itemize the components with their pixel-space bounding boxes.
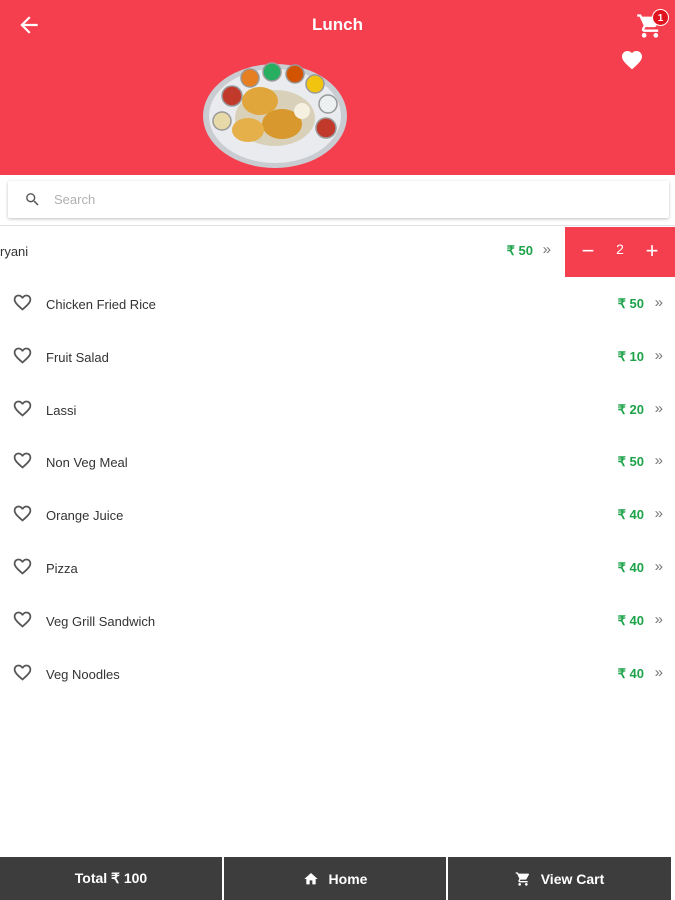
total-label: Total ₹ 100 (74, 870, 148, 886)
item-name: Pizza (46, 560, 78, 576)
item-price: ₹ 40 (617, 559, 644, 575)
item-name: Orange Juice (46, 508, 124, 524)
heart-outline-icon[interactable] (12, 609, 33, 630)
list-item[interactable]: Non Veg Meal ₹ 50 » (0, 436, 675, 489)
quantity-stepper: − 2 + (565, 227, 675, 277)
chevron-right-icon: » (654, 294, 663, 311)
list-item[interactable]: Lassi ₹ 20 » (0, 384, 675, 437)
item-price: ₹ 10 (617, 348, 644, 364)
heart-outline-icon[interactable] (12, 556, 33, 577)
item-price: ₹ 50 (506, 243, 533, 258)
chevron-right-icon: » (654, 346, 663, 364)
item-price: ₹ 50 (617, 454, 644, 470)
home-button[interactable]: Home (224, 857, 446, 900)
search-bar (8, 181, 669, 218)
view-cart-button[interactable]: View Cart (448, 857, 671, 900)
chevron-right-icon: » (542, 241, 551, 258)
heart-outline-icon[interactable] (12, 398, 33, 419)
search-icon (26, 193, 39, 206)
favorite-button[interactable] (620, 48, 644, 72)
quantity-value: 2 (616, 241, 624, 257)
app-header: Lunch 1 (0, 0, 675, 175)
increase-quantity-button[interactable]: + (641, 237, 663, 265)
item-name: Non Veg Meal (46, 455, 128, 471)
heart-outline-icon[interactable] (12, 662, 33, 683)
heart-outline-icon[interactable] (12, 503, 33, 524)
heart-filled-icon (622, 51, 642, 70)
heart-outline-icon[interactable] (12, 450, 33, 471)
bottom-action-bar: Total ₹ 100 Home View Cart (0, 857, 675, 900)
heart-outline-icon[interactable] (12, 292, 33, 313)
list-item[interactable]: Pizza ₹ 40 » (0, 542, 675, 595)
cart-count-badge: 1 (652, 9, 669, 26)
home-label: Home (328, 870, 368, 887)
page-title: Lunch (312, 15, 363, 34)
item-name: Veg Noodles (46, 666, 120, 682)
item-price: ₹ 40 (617, 612, 644, 628)
list-item[interactable]: Veg Grill Sandwich ₹ 40 » (0, 595, 675, 648)
item-price: ₹ 40 (617, 507, 644, 523)
item-price: ₹ 20 (617, 401, 644, 417)
swiped-menu-item[interactable]: ryani ₹ 50 » − 2 + (0, 227, 675, 277)
home-icon (303, 872, 318, 884)
thali-image (203, 62, 347, 168)
divider (0, 225, 675, 226)
list-item[interactable]: Orange Juice ₹ 40 » (0, 489, 675, 542)
chevron-right-icon: » (654, 663, 663, 681)
chevron-right-icon: » (654, 505, 663, 523)
heart-outline-icon[interactable] (12, 345, 33, 366)
total-button[interactable]: Total ₹ 100 (0, 857, 222, 900)
item-name: ryani (0, 244, 29, 259)
list-item[interactable]: Fruit Salad ₹ 10 » (0, 331, 675, 384)
item-name: Chicken Fried Rice (46, 297, 156, 312)
search-input[interactable] (54, 181, 654, 218)
item-price: ₹ 50 (617, 296, 644, 311)
item-name: Fruit Salad (46, 349, 109, 365)
chevron-right-icon: » (654, 399, 663, 417)
item-name: Lassi (46, 402, 77, 418)
cart-icon (515, 871, 529, 886)
chevron-right-icon: » (654, 452, 663, 470)
chevron-right-icon: » (654, 610, 663, 628)
menu-list: Chicken Fried Rice ₹ 50 » Fruit Salad ₹ … (0, 278, 675, 700)
decrease-quantity-button[interactable]: − (577, 237, 599, 265)
item-price: ₹ 40 (617, 665, 644, 681)
list-item[interactable]: Chicken Fried Rice ₹ 50 » (0, 278, 675, 331)
list-item[interactable]: Veg Noodles ₹ 40 » (0, 648, 675, 701)
view-cart-label: View Cart (540, 870, 605, 887)
chevron-right-icon: » (654, 557, 663, 575)
item-name: Veg Grill Sandwich (46, 613, 156, 629)
